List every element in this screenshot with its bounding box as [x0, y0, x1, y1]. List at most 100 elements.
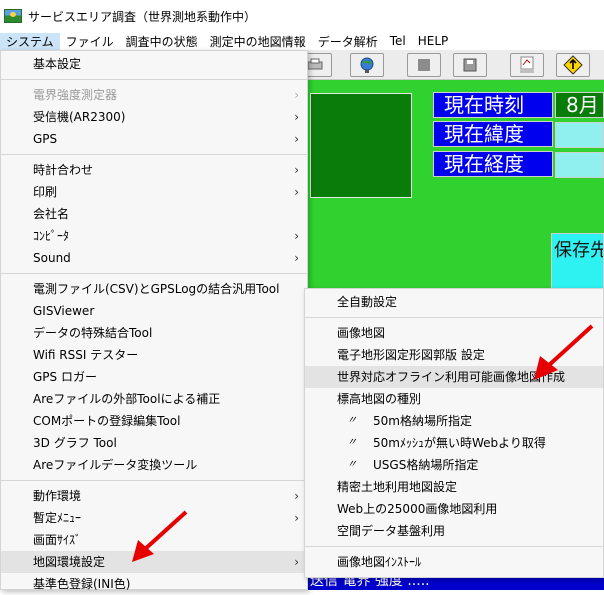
menu-item-label: Areファイルデータ変換ツール [33, 458, 198, 472]
map-environment-submenu: 全自動設定画像地図電子地形図定形図郭版 設定世界対応オフライン利用可能画像地図作… [304, 288, 604, 578]
menu-3[interactable]: 測定中の地図情報 [204, 33, 312, 50]
chevron-right-icon: › [294, 132, 299, 146]
latitude-value-field [555, 122, 604, 148]
menu-item[interactable]: Web上の25000画像地図利用 [305, 498, 603, 520]
menu-item-label: 画像地図 [337, 326, 386, 340]
menu-item[interactable]: 全自動設定 [305, 291, 603, 313]
chevron-right-icon: › [294, 511, 299, 525]
menu-item[interactable]: 精密土地利用地図設定 [305, 476, 603, 498]
current-latitude-label: 現在緯度 [433, 121, 553, 147]
menu-item-label: 動作環境 [33, 489, 82, 503]
globe-button[interactable] [350, 53, 384, 77]
menu-item[interactable]: 〃 USGS格納場所指定 [305, 454, 603, 476]
menu-1[interactable]: ファイル [60, 33, 120, 50]
chevron-right-icon: › [294, 229, 299, 243]
menu-item[interactable]: 画像地図 [305, 322, 603, 344]
menu-separator [1, 273, 307, 274]
save-destination-box: 保存先 [551, 233, 604, 293]
menu-item[interactable]: 印刷 › [1, 181, 307, 203]
save-button[interactable] [453, 53, 487, 77]
menu-item-label: 精密土地利用地図設定 [337, 480, 458, 494]
menu-item[interactable]: 基本設定 [1, 53, 307, 75]
printer-icon [307, 58, 323, 70]
menu-separator [1, 79, 307, 80]
menu-item[interactable]: COMポートの登録編集Tool [1, 410, 307, 432]
menu-item[interactable]: GISViewer [1, 300, 307, 322]
menu-item[interactable]: 受信機(AR2300) › [1, 106, 307, 128]
menu-item[interactable]: 画面ｻｲｽﾞ [1, 529, 307, 551]
floppy-icon [463, 58, 477, 72]
menu-item-label: Web上の25000画像地図利用 [337, 502, 498, 516]
menu-item[interactable]: 標高地図の種別 [305, 388, 603, 410]
ditto-mark: 〃 [347, 459, 357, 470]
chevron-right-icon: › [294, 88, 299, 102]
app-icon [4, 9, 22, 23]
menu-item-label: 会社名 [33, 207, 70, 221]
menu-item[interactable]: 空間データ基盤利用 [305, 520, 603, 542]
menu-6[interactable]: HELP [412, 34, 455, 48]
menu-item[interactable]: 動作環境 › [1, 485, 307, 507]
menu-item-label: COMポートの登録編集Tool [33, 414, 181, 428]
menu-item[interactable]: Wifi RSSI テスター [1, 344, 307, 366]
menu-item[interactable]: 暫定ﾒﾆｭｰ › [1, 507, 307, 529]
menu-item[interactable]: 基準色登録(INI色) [1, 573, 307, 595]
chevron-right-icon: › [294, 489, 299, 503]
menu-item-label: 全自動設定 [337, 295, 398, 309]
menu-item-label: 地図環境設定 [33, 555, 106, 569]
chevron-right-icon: › [294, 110, 299, 124]
menu-item-label: 50m格納場所指定 [373, 414, 472, 428]
menu-item[interactable]: GPS ロガー [1, 366, 307, 388]
chevron-right-icon: › [294, 185, 299, 199]
menu-separator [1, 154, 307, 155]
menu-item-label: 3D グラフ Tool [33, 436, 117, 450]
menu-item[interactable]: 電子地形図定形図郭版 設定 [305, 344, 603, 366]
menu-item[interactable]: データの特殊結合Tool [1, 322, 307, 344]
menu-item[interactable]: 〃 50m格納場所指定 [305, 410, 603, 432]
menu-item[interactable]: Sound › [1, 247, 307, 269]
menu-2[interactable]: 調査中の状態 [120, 33, 204, 50]
menu-bar: システム ファイル 調査中の状態 測定中の地図情報 データ解析 Tel HELP [0, 32, 604, 50]
menu-item-label: 電測ファイル(CSV)とGPSLogの結合汎用Tool [33, 282, 280, 296]
menu-item[interactable]: Areファイルの外部Toolによる補正 [1, 388, 307, 410]
document-icon [520, 56, 534, 73]
menu-item-label: 基本設定 [33, 57, 82, 71]
menu-item[interactable]: GPS › [1, 128, 307, 150]
menu-separator [305, 317, 603, 318]
title-bar: サービスエリア調査（世界測地系動作中） [0, 0, 604, 32]
menu-5[interactable]: Tel [384, 34, 412, 48]
menu-item[interactable]: 画像地図ｲﾝｽﾄｰﾙ [305, 551, 603, 573]
chevron-right-icon: › [294, 163, 299, 177]
menu-item[interactable]: 会社名 [1, 203, 307, 225]
menu-item[interactable]: 電測ファイル(CSV)とGPSLogの結合汎用Tool [1, 278, 307, 300]
warning-button[interactable] [556, 53, 590, 77]
menu-separator [1, 480, 307, 481]
current-longitude-label: 現在経度 [433, 151, 553, 177]
menu-item[interactable]: 3D グラフ Tool [1, 432, 307, 454]
menu-item[interactable]: 地図環境設定 › [1, 551, 307, 573]
menu-0[interactable]: システム [0, 32, 60, 50]
menu-item[interactable]: 世界対応オフライン利用可能画像地図作成 [305, 366, 603, 388]
map-preview-box [310, 93, 412, 198]
gis-button[interactable] [510, 53, 544, 77]
gray-block-button[interactable] [407, 53, 441, 77]
menu-item-label: 標高地図の種別 [337, 392, 422, 406]
menu-item-label: 基準色登録(INI色) [33, 577, 131, 591]
menu-item-label: 受信機(AR2300) [33, 110, 126, 124]
menu-item-label: 画面ｻｲｽﾞ [33, 533, 82, 547]
menu-item[interactable]: ｺﾝﾋﾟｰﾀ › [1, 225, 307, 247]
menu-item[interactable]: Areファイルデータ変換ツール [1, 454, 307, 476]
menu-item-label: Wifi RSSI テスター [33, 348, 139, 362]
menu-separator [305, 546, 603, 547]
menu-item-label: データの特殊結合Tool [33, 326, 153, 340]
menu-item[interactable]: 時計合わせ › [1, 159, 307, 181]
menu-item-label: GISViewer [33, 304, 95, 318]
menu-item-label: ｺﾝﾋﾟｰﾀ [33, 229, 70, 243]
toolbar [298, 50, 604, 80]
ditto-mark: 〃 [347, 415, 357, 426]
menu-item-label: 世界対応オフライン利用可能画像地図作成 [337, 370, 566, 384]
month-value: 8月 [555, 92, 604, 118]
menu-4[interactable]: データ解析 [312, 33, 384, 50]
menu-item-label: 画像地図ｲﾝｽﾄｰﾙ [337, 555, 422, 569]
menu-item: 電界強度測定器 › [1, 84, 307, 106]
menu-item[interactable]: 〃 50mﾒｯｼｭが無い時Webより取得 [305, 432, 603, 454]
